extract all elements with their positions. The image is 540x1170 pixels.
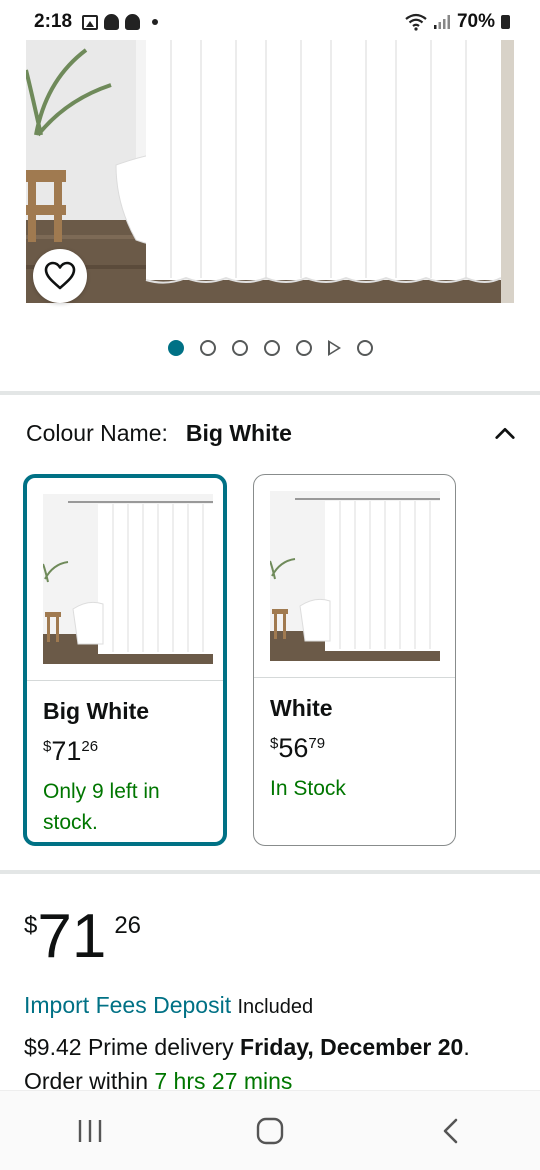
import-fees-link[interactable]: Import Fees Deposit	[24, 992, 231, 1018]
variant-price: $5679	[270, 733, 325, 764]
price-whole: 71	[51, 736, 82, 766]
home-icon	[256, 1117, 284, 1144]
home-button[interactable]	[240, 1101, 300, 1161]
price-fraction: 26	[114, 912, 142, 939]
status-time: 2:18	[34, 11, 73, 32]
snapchat-icon	[104, 14, 120, 30]
price-fraction: 79	[308, 735, 326, 752]
carousel-dot[interactable]	[295, 340, 312, 356]
video-play-icon[interactable]	[327, 340, 341, 356]
shower-curtain-photo	[26, 40, 514, 303]
colour-label: Colour Name:	[26, 419, 168, 446]
carousel-dot[interactable]	[199, 340, 216, 356]
colour-value: Big White	[185, 419, 292, 446]
variant-thumbnail	[43, 494, 213, 664]
snapchat-icon	[125, 14, 141, 30]
carousel-dot[interactable]	[231, 340, 248, 356]
signal-icon	[433, 15, 450, 29]
notification-icons	[82, 14, 159, 30]
delivery-prefix: $9.42 Prime delivery	[24, 1034, 241, 1060]
variant-stock-status: Only 9 left in stock.	[43, 780, 160, 834]
carousel-dot[interactable]	[263, 340, 280, 356]
section-divider	[0, 391, 540, 395]
price-whole: 71	[37, 902, 107, 971]
image-carousel-dots	[0, 337, 540, 359]
heart-icon	[44, 261, 76, 290]
price-whole: 56	[278, 733, 309, 763]
recent-apps-button[interactable]	[60, 1101, 120, 1161]
status-right: 70%	[405, 11, 510, 33]
variant-thumbnail	[270, 491, 440, 661]
back-icon	[443, 1118, 458, 1143]
price-currency: $	[43, 738, 52, 755]
wishlist-button[interactable]	[33, 249, 87, 303]
back-button[interactable]	[420, 1101, 480, 1161]
battery-percent: 70%	[456, 11, 495, 32]
gallery-icon	[82, 14, 99, 30]
system-nav-bar	[0, 1090, 540, 1170]
carousel-dot[interactable]	[356, 340, 373, 356]
section-divider	[0, 870, 540, 874]
price-fraction: 26	[81, 738, 99, 755]
battery-icon	[501, 15, 510, 29]
card-separator	[27, 680, 223, 681]
variant-name: Big White	[43, 698, 150, 724]
variant-stock-status: In Stock	[270, 777, 346, 800]
delivery-period: .	[463, 1034, 470, 1060]
price-currency: $	[270, 735, 279, 752]
variant-name: White	[270, 695, 333, 721]
more-notifications-icon	[152, 19, 159, 25]
product-image[interactable]	[26, 40, 514, 303]
recent-apps-icon	[78, 1119, 102, 1142]
variant-card-big-white[interactable]: Big White $7126 Only 9 left in stock.	[23, 474, 227, 846]
chevron-up-icon[interactable]	[494, 422, 516, 444]
card-separator	[254, 677, 455, 678]
colour-selector-header[interactable]: Colour Name: Big White	[26, 416, 516, 450]
price-currency: $	[24, 912, 38, 939]
import-fees: Import Fees Deposit Included	[24, 992, 313, 1019]
wifi-icon	[405, 13, 427, 31]
status-bar: 2:18 70%	[0, 0, 540, 44]
delivery-info: $9.42 Prime delivery Friday, December 20…	[24, 1030, 524, 1098]
product-price: $ 71 26	[24, 906, 141, 968]
variant-card-white[interactable]: White $5679 In Stock	[253, 474, 456, 846]
carousel-dot-active[interactable]	[167, 340, 184, 356]
import-fees-included: Included	[237, 996, 314, 1018]
variant-price: $7126	[43, 736, 98, 767]
delivery-date: Friday, December 20	[240, 1034, 464, 1060]
